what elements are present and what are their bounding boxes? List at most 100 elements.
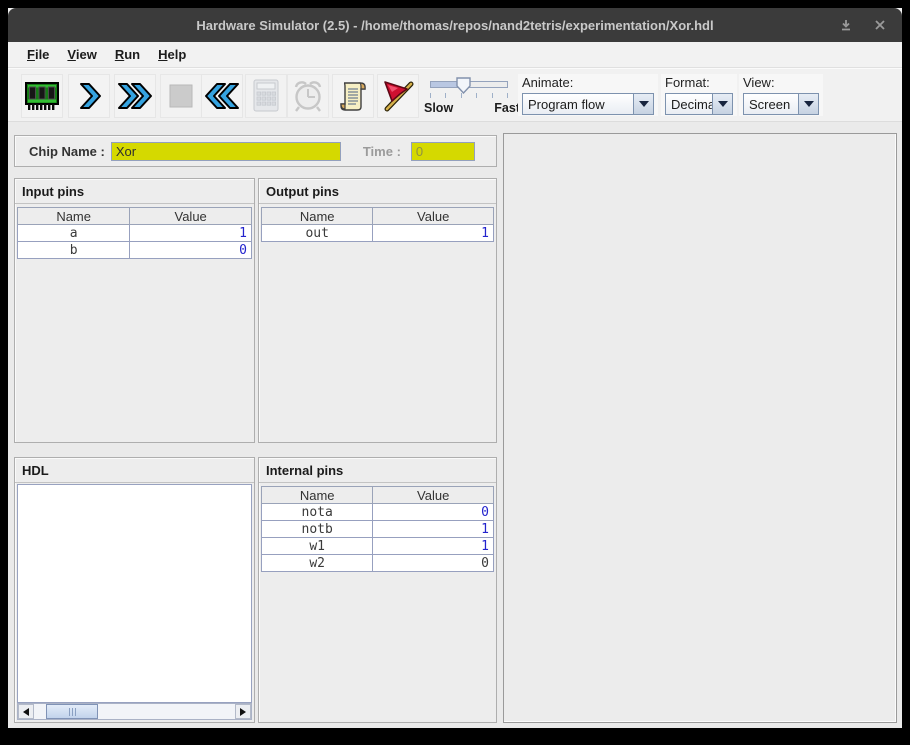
animate-value: Program flow <box>523 94 633 114</box>
animate-group: Animate: Program flow <box>518 74 658 116</box>
calculator-button <box>245 74 287 118</box>
column-header-value: Value <box>130 208 252 225</box>
pin-row[interactable]: b 0 <box>18 242 252 259</box>
view-dropdown[interactable]: Screen <box>743 93 819 115</box>
pin-name: b <box>18 242 130 259</box>
menu-item[interactable]: View <box>58 43 105 66</box>
scrollbar-track[interactable] <box>34 704 235 719</box>
pin-value[interactable]: 1 <box>130 225 252 242</box>
view-group: View: Screen <box>739 74 823 116</box>
internal-pins-table: Name Value nota 0 notb 1 w1 <box>261 486 494 572</box>
pin-value: 1 <box>373 225 494 242</box>
output-pins-panel: Output pins Name Value out 1 <box>258 178 497 443</box>
minimize-icon <box>839 18 853 32</box>
slider-fast-label: Fast <box>494 101 520 115</box>
format-label: Format: <box>665 75 733 92</box>
single-step-button[interactable] <box>68 74 110 118</box>
pin-name: w2 <box>262 555 373 572</box>
menubar: FileViewRunHelp <box>8 42 902 68</box>
window-title: Hardware Simulator (2.5) - /home/thomas/… <box>8 18 902 33</box>
reset-icon <box>203 81 241 111</box>
scroll-right-button[interactable] <box>235 704 251 719</box>
stop-icon <box>169 84 193 108</box>
column-header-name: Name <box>262 487 373 504</box>
pin-row[interactable]: nota 0 <box>262 504 494 521</box>
hdl-panel: HDL <box>14 457 255 723</box>
content-area: Chip Name : Xor Time : 0 Input pins Name… <box>8 122 902 728</box>
toolbar: Slow Fast Animate: Program flow Format: … <box>8 68 902 122</box>
pin-value: 1 <box>373 521 494 538</box>
pin-value[interactable]: 0 <box>130 242 252 259</box>
pin-value: 0 <box>373 555 494 572</box>
pin-name: w1 <box>262 538 373 555</box>
scrollbar-thumb[interactable] <box>46 704 98 719</box>
chevron-down-icon[interactable] <box>633 94 653 114</box>
pin-row[interactable]: out 1 <box>262 225 494 242</box>
chip-name-bar: Chip Name : Xor Time : 0 <box>14 135 497 167</box>
breakpoint-flag-icon <box>380 78 416 114</box>
speed-slider-group: Slow Fast <box>424 75 522 119</box>
menu-item[interactable]: Help <box>149 43 195 66</box>
app-window: Hardware Simulator (2.5) - /home/thomas/… <box>8 8 902 728</box>
close-button[interactable] <box>872 17 888 33</box>
breakpoints-button[interactable] <box>377 74 419 118</box>
speed-slider-ticks <box>430 93 508 98</box>
script-icon <box>336 79 370 113</box>
clock-button <box>287 74 329 118</box>
run-button[interactable] <box>114 74 156 118</box>
pin-row[interactable]: a 1 <box>18 225 252 242</box>
chip-icon <box>24 80 60 112</box>
window-body: FileViewRunHelp <box>8 42 902 728</box>
clock-icon <box>290 78 326 114</box>
scroll-left-button[interactable] <box>18 704 34 719</box>
single-step-icon <box>74 81 104 111</box>
menu-item[interactable]: File <box>18 43 58 66</box>
animate-dropdown[interactable]: Program flow <box>522 93 654 115</box>
format-value: Decimal <box>666 94 712 114</box>
time-field: 0 <box>411 142 475 161</box>
column-header-value: Value <box>373 487 494 504</box>
window-controls <box>838 8 888 42</box>
hdl-title: HDL <box>15 458 254 483</box>
view-value: Screen <box>744 94 798 114</box>
chevron-down-icon[interactable] <box>712 94 732 114</box>
format-dropdown[interactable]: Decimal <box>665 93 733 115</box>
minimize-button[interactable] <box>838 17 854 33</box>
load-chip-button[interactable] <box>21 74 63 118</box>
pin-name: notb <box>262 521 373 538</box>
hdl-code-editor[interactable] <box>17 484 252 703</box>
pin-row[interactable]: w1 1 <box>262 538 494 555</box>
pin-value: 1 <box>373 538 494 555</box>
input-pins-panel: Input pins Name Value a 1 b 0 <box>14 178 255 443</box>
animate-label: Animate: <box>522 75 654 92</box>
internal-pins-panel: Internal pins Name Value nota 0 notb <box>258 457 497 723</box>
close-icon <box>874 19 886 31</box>
run-icon <box>116 81 154 111</box>
calculator-icon <box>250 78 282 114</box>
chevron-down-icon[interactable] <box>798 94 818 114</box>
internal-pins-title: Internal pins <box>259 458 496 483</box>
reset-button[interactable] <box>201 74 243 118</box>
pin-name: nota <box>262 504 373 521</box>
input-pins-table: Name Value a 1 b 0 <box>17 207 252 259</box>
menu-item[interactable]: Run <box>106 43 149 66</box>
pin-value: 0 <box>373 504 494 521</box>
chip-name-label: Chip Name : <box>29 144 105 159</box>
view-label: View: <box>743 75 819 92</box>
column-header-value: Value <box>373 208 494 225</box>
output-pins-title: Output pins <box>259 179 496 204</box>
pin-name: out <box>262 225 373 242</box>
time-label: Time : <box>363 144 401 159</box>
hdl-horizontal-scrollbar[interactable] <box>17 703 252 720</box>
pin-name: a <box>18 225 130 242</box>
input-pins-title: Input pins <box>15 179 254 204</box>
pin-row[interactable]: notb 1 <box>262 521 494 538</box>
screen-view-panel <box>503 133 897 723</box>
chip-name-field[interactable]: Xor <box>111 142 341 161</box>
column-header-name: Name <box>18 208 130 225</box>
pin-row[interactable]: w2 0 <box>262 555 494 572</box>
slider-slow-label: Slow <box>424 101 453 115</box>
load-script-button[interactable] <box>332 74 374 118</box>
triangle-right-icon <box>240 708 246 716</box>
titlebar[interactable]: Hardware Simulator (2.5) - /home/thomas/… <box>8 8 902 42</box>
